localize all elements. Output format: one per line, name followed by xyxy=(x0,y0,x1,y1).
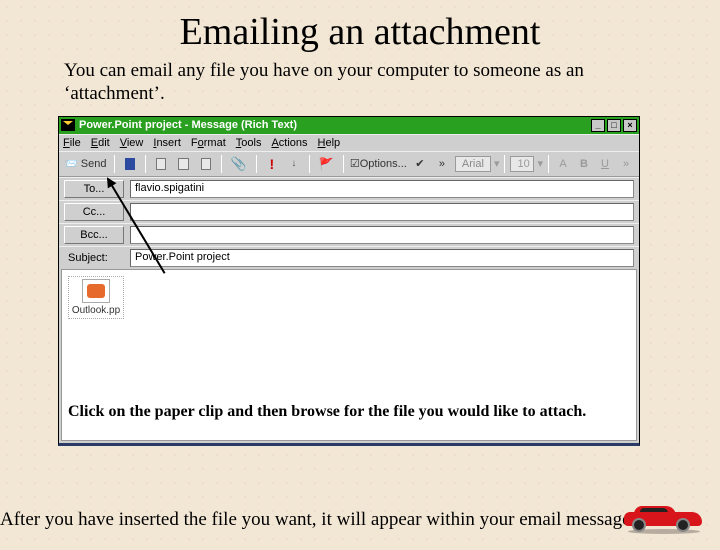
paperclip-icon: 📎 xyxy=(231,156,247,172)
window-titlebar: Power.Point project - Message (Rich Text… xyxy=(59,117,639,134)
toolbar: 📨 Send 📎 ! ↓ 🚩 ☑ Options... ✔ » Arial ▾ … xyxy=(59,151,639,177)
bcc-button[interactable]: Bcc... xyxy=(64,226,124,244)
intro-text: You can email any file you have on your … xyxy=(64,60,624,106)
to-button[interactable]: To... xyxy=(64,180,124,198)
envelope-icon xyxy=(61,119,75,131)
send-button[interactable]: 📨 Send xyxy=(63,155,108,173)
paste-button[interactable] xyxy=(197,155,215,173)
subject-input[interactable]: Power.Point project xyxy=(130,249,634,267)
importance-high-button[interactable]: ! xyxy=(263,155,281,173)
font-color-button[interactable]: A xyxy=(554,155,572,173)
message-body[interactable]: Outlook.pp Click on the paper clip and t… xyxy=(61,269,637,441)
floppy-icon xyxy=(125,158,135,170)
window-title-text: Power.Point project - Message (Rich Text… xyxy=(79,119,297,131)
car-illustration xyxy=(624,504,702,532)
exclamation-icon: ! xyxy=(270,156,275,172)
cc-input[interactable] xyxy=(130,203,634,221)
menu-format[interactable]: Format xyxy=(191,137,226,149)
menu-actions[interactable]: Actions xyxy=(271,137,307,149)
page-title: Emailing an attachment xyxy=(0,10,720,54)
menu-tools[interactable]: Tools xyxy=(236,137,262,149)
importance-low-button[interactable]: ↓ xyxy=(285,155,303,173)
flag-button[interactable]: 🚩 xyxy=(316,155,337,173)
powerpoint-icon xyxy=(82,279,110,303)
bcc-input[interactable] xyxy=(130,226,634,244)
font-size-select[interactable]: 10 xyxy=(510,156,534,172)
menu-bar: File Edit View Insert Format Tools Actio… xyxy=(59,134,639,151)
footer-text: After you have inserted the file you wan… xyxy=(0,509,640,532)
cut-icon xyxy=(156,158,166,170)
cut-button[interactable] xyxy=(152,155,170,173)
arrow-down-icon: ↓ xyxy=(291,158,296,169)
paste-icon xyxy=(201,158,211,170)
spellcheck-button[interactable]: ✔ xyxy=(411,155,429,173)
options-button[interactable]: ☑ Options... xyxy=(350,155,407,173)
menu-edit[interactable]: Edit xyxy=(91,137,110,149)
to-input[interactable]: flavio.spigatini xyxy=(130,180,634,198)
copy-icon xyxy=(178,158,188,170)
menu-insert[interactable]: Insert xyxy=(153,137,181,149)
attachment-chip[interactable]: Outlook.pp xyxy=(68,276,124,319)
attach-button[interactable]: 📎 xyxy=(228,155,250,173)
menu-help[interactable]: Help xyxy=(318,137,341,149)
more-button[interactable]: » xyxy=(433,155,451,173)
copy-button[interactable] xyxy=(174,155,192,173)
subject-label: Subject: xyxy=(64,249,124,267)
attachment-filename: Outlook.pp xyxy=(72,305,120,316)
toolbar-overflow-button[interactable]: » xyxy=(617,155,635,173)
body-caption: Click on the paper clip and then browse … xyxy=(68,403,630,421)
flag-icon: 🚩 xyxy=(319,157,334,171)
underline-button[interactable]: U xyxy=(596,155,614,173)
cc-button[interactable]: Cc... xyxy=(64,203,124,221)
font-name-select[interactable]: Arial xyxy=(455,156,491,172)
menu-view[interactable]: View xyxy=(120,137,144,149)
minimize-button[interactable]: _ xyxy=(591,119,605,132)
bold-button[interactable]: B xyxy=(575,155,593,173)
menu-file[interactable]: File xyxy=(63,137,81,149)
close-button[interactable]: × xyxy=(623,119,637,132)
save-button[interactable] xyxy=(121,155,139,173)
maximize-button[interactable]: □ xyxy=(607,119,621,132)
outlook-window: Power.Point project - Message (Rich Text… xyxy=(58,116,640,446)
